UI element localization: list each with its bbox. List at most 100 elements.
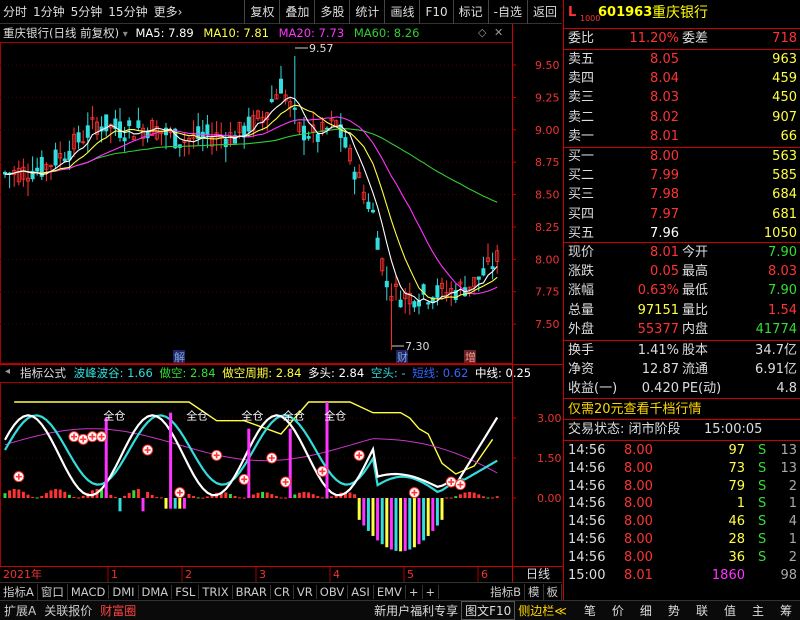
candle-body xyxy=(426,302,431,305)
tab-brar[interactable]: BRAR xyxy=(233,584,271,599)
tab-asi[interactable]: ASI xyxy=(348,584,374,599)
ind-bar xyxy=(486,497,490,499)
ask-label: 卖五 xyxy=(568,52,595,67)
tick-side: S xyxy=(758,496,767,512)
tab-vr[interactable]: VR xyxy=(294,584,317,599)
tab-template-2[interactable]: 板 xyxy=(544,583,562,600)
ind-bar xyxy=(256,492,260,498)
tab-value[interactable]: 值 xyxy=(716,602,744,619)
stock-name: 重庆银行 xyxy=(652,5,708,21)
event-cai[interactable]: 财 xyxy=(397,350,408,364)
ind-bar xyxy=(21,491,25,498)
timeframe-label[interactable]: 日线 xyxy=(526,567,550,581)
tab-link[interactable]: 联 xyxy=(688,602,716,619)
ind-bar xyxy=(58,489,62,498)
promo-row[interactable]: 仅需20元查看千档行情 xyxy=(564,401,800,419)
tab-add-2[interactable]: + xyxy=(423,584,440,599)
bid-volume: 1050 xyxy=(763,225,797,241)
tick-volume: 36 xyxy=(728,549,745,565)
tab-chips[interactable]: 筹 xyxy=(772,602,800,619)
quote-row: 涨跌 0.05 最高 8.03 xyxy=(564,263,800,281)
tab-ind-a[interactable]: 指标A xyxy=(0,583,38,600)
candle-body xyxy=(366,201,371,210)
tab-trix[interactable]: TRIX xyxy=(199,584,233,599)
ind-bar xyxy=(440,498,444,520)
tab-macd[interactable]: MACD xyxy=(68,584,110,599)
tab-fsl[interactable]: FSL xyxy=(172,584,200,599)
tab-trades[interactable]: 笔 xyxy=(576,602,604,619)
buy-signal-icon xyxy=(68,431,80,443)
tab-trend[interactable]: 势 xyxy=(660,602,688,619)
bid-volume: 585 xyxy=(772,168,797,184)
ind-bar xyxy=(481,496,485,498)
tick-price: 8.00 xyxy=(624,443,653,458)
ind-bar xyxy=(311,494,315,498)
stat-value: 1.41% xyxy=(637,343,679,358)
tick-count: 2 xyxy=(788,478,797,494)
btn-wealth-circle[interactable]: 财富圈 xyxy=(96,602,140,619)
ind-bar xyxy=(63,491,67,498)
tab-obv[interactable]: OBV xyxy=(317,584,349,599)
ask-label: 卖四 xyxy=(568,71,595,87)
tab-price[interactable]: 价 xyxy=(604,602,632,619)
tab-cr[interactable]: CR xyxy=(271,584,294,599)
tab-dmi[interactable]: DMI xyxy=(109,584,139,599)
stat-row: 换手 1.41% 股本 34.7亿 xyxy=(564,342,800,360)
ind-bar xyxy=(399,498,403,552)
time-year: 2021年 xyxy=(3,567,42,581)
ind-bar xyxy=(412,498,416,548)
label-ratio: 委比 xyxy=(568,31,595,46)
btn-f10-graphic[interactable]: 图文F10 xyxy=(461,601,516,620)
btn-sidebar[interactable]: 侧边栏≪ xyxy=(515,602,570,619)
event-jie[interactable]: 解 xyxy=(174,350,185,364)
quote-value: 7.90 xyxy=(768,245,797,260)
tab-detail[interactable]: 细 xyxy=(632,602,660,619)
candle-body xyxy=(85,125,90,138)
trade-time: 15:00:05 xyxy=(704,422,763,437)
ind-bar xyxy=(297,492,301,498)
tick-volume: 97 xyxy=(728,443,745,458)
tick-time: 14:56 xyxy=(568,549,606,565)
ind-bar xyxy=(274,496,278,498)
quote-value: 97151 xyxy=(637,302,679,318)
stat-value: 4.8 xyxy=(776,381,797,397)
bid-price: 8.00 xyxy=(650,149,679,164)
ind-bar xyxy=(123,495,127,498)
ind-bar xyxy=(205,496,209,498)
candle-body xyxy=(35,167,40,172)
ind-bar xyxy=(371,498,375,536)
quote-row: 总量 97151 量比 1.54 xyxy=(564,302,800,320)
tab-ind-b[interactable]: 指标B xyxy=(487,583,525,600)
btn-related-quote[interactable]: 关联报价 xyxy=(40,602,96,619)
event-zeng[interactable]: 增 xyxy=(465,350,476,364)
tab-dma[interactable]: DMA xyxy=(139,584,173,599)
ind-bar xyxy=(270,494,274,498)
quote-label: 量比 xyxy=(682,302,709,318)
tab-add-1[interactable]: + xyxy=(406,584,423,599)
quote-value: 0.63% xyxy=(637,283,679,299)
ind-bar xyxy=(196,497,200,499)
tab-main[interactable]: 主 xyxy=(744,602,772,619)
tab-emv[interactable]: EMV xyxy=(374,584,406,599)
tick-side: S xyxy=(758,478,767,494)
bid-price: 7.98 xyxy=(650,187,679,203)
tick-row: 14:56 8.00 36 S 2 xyxy=(564,549,800,567)
candle-body xyxy=(292,107,297,110)
tick-time: 14:56 xyxy=(568,443,606,458)
candle-body xyxy=(375,237,380,250)
trade-state: 交易状态: 闭市阶段 xyxy=(568,422,681,437)
chart-area[interactable]: 全仓 全仓 全仓 全仓 全仓 9.50 9.25 9.00 8.75 8.50 8.25 8.00 7… xyxy=(0,0,563,582)
btn-extend-a[interactable]: 扩展A xyxy=(0,602,40,619)
tick-price: 8.00 xyxy=(624,478,653,494)
buy-signal-icon xyxy=(13,471,25,483)
promo-link: 仅需20元查看千档行情 xyxy=(568,402,702,417)
ind-bar xyxy=(238,497,242,499)
ind-bar xyxy=(477,494,481,498)
buy-signal-icon xyxy=(238,473,250,485)
tab-window[interactable]: 窗口 xyxy=(38,583,68,600)
value-ratio: 11.20% xyxy=(629,31,679,46)
buy-signal-icon xyxy=(142,444,154,456)
tab-template-1[interactable]: 模 xyxy=(525,583,544,600)
bid-label: 买一 xyxy=(568,149,595,164)
btn-new-user[interactable]: 新用户福利专享 xyxy=(371,602,461,619)
